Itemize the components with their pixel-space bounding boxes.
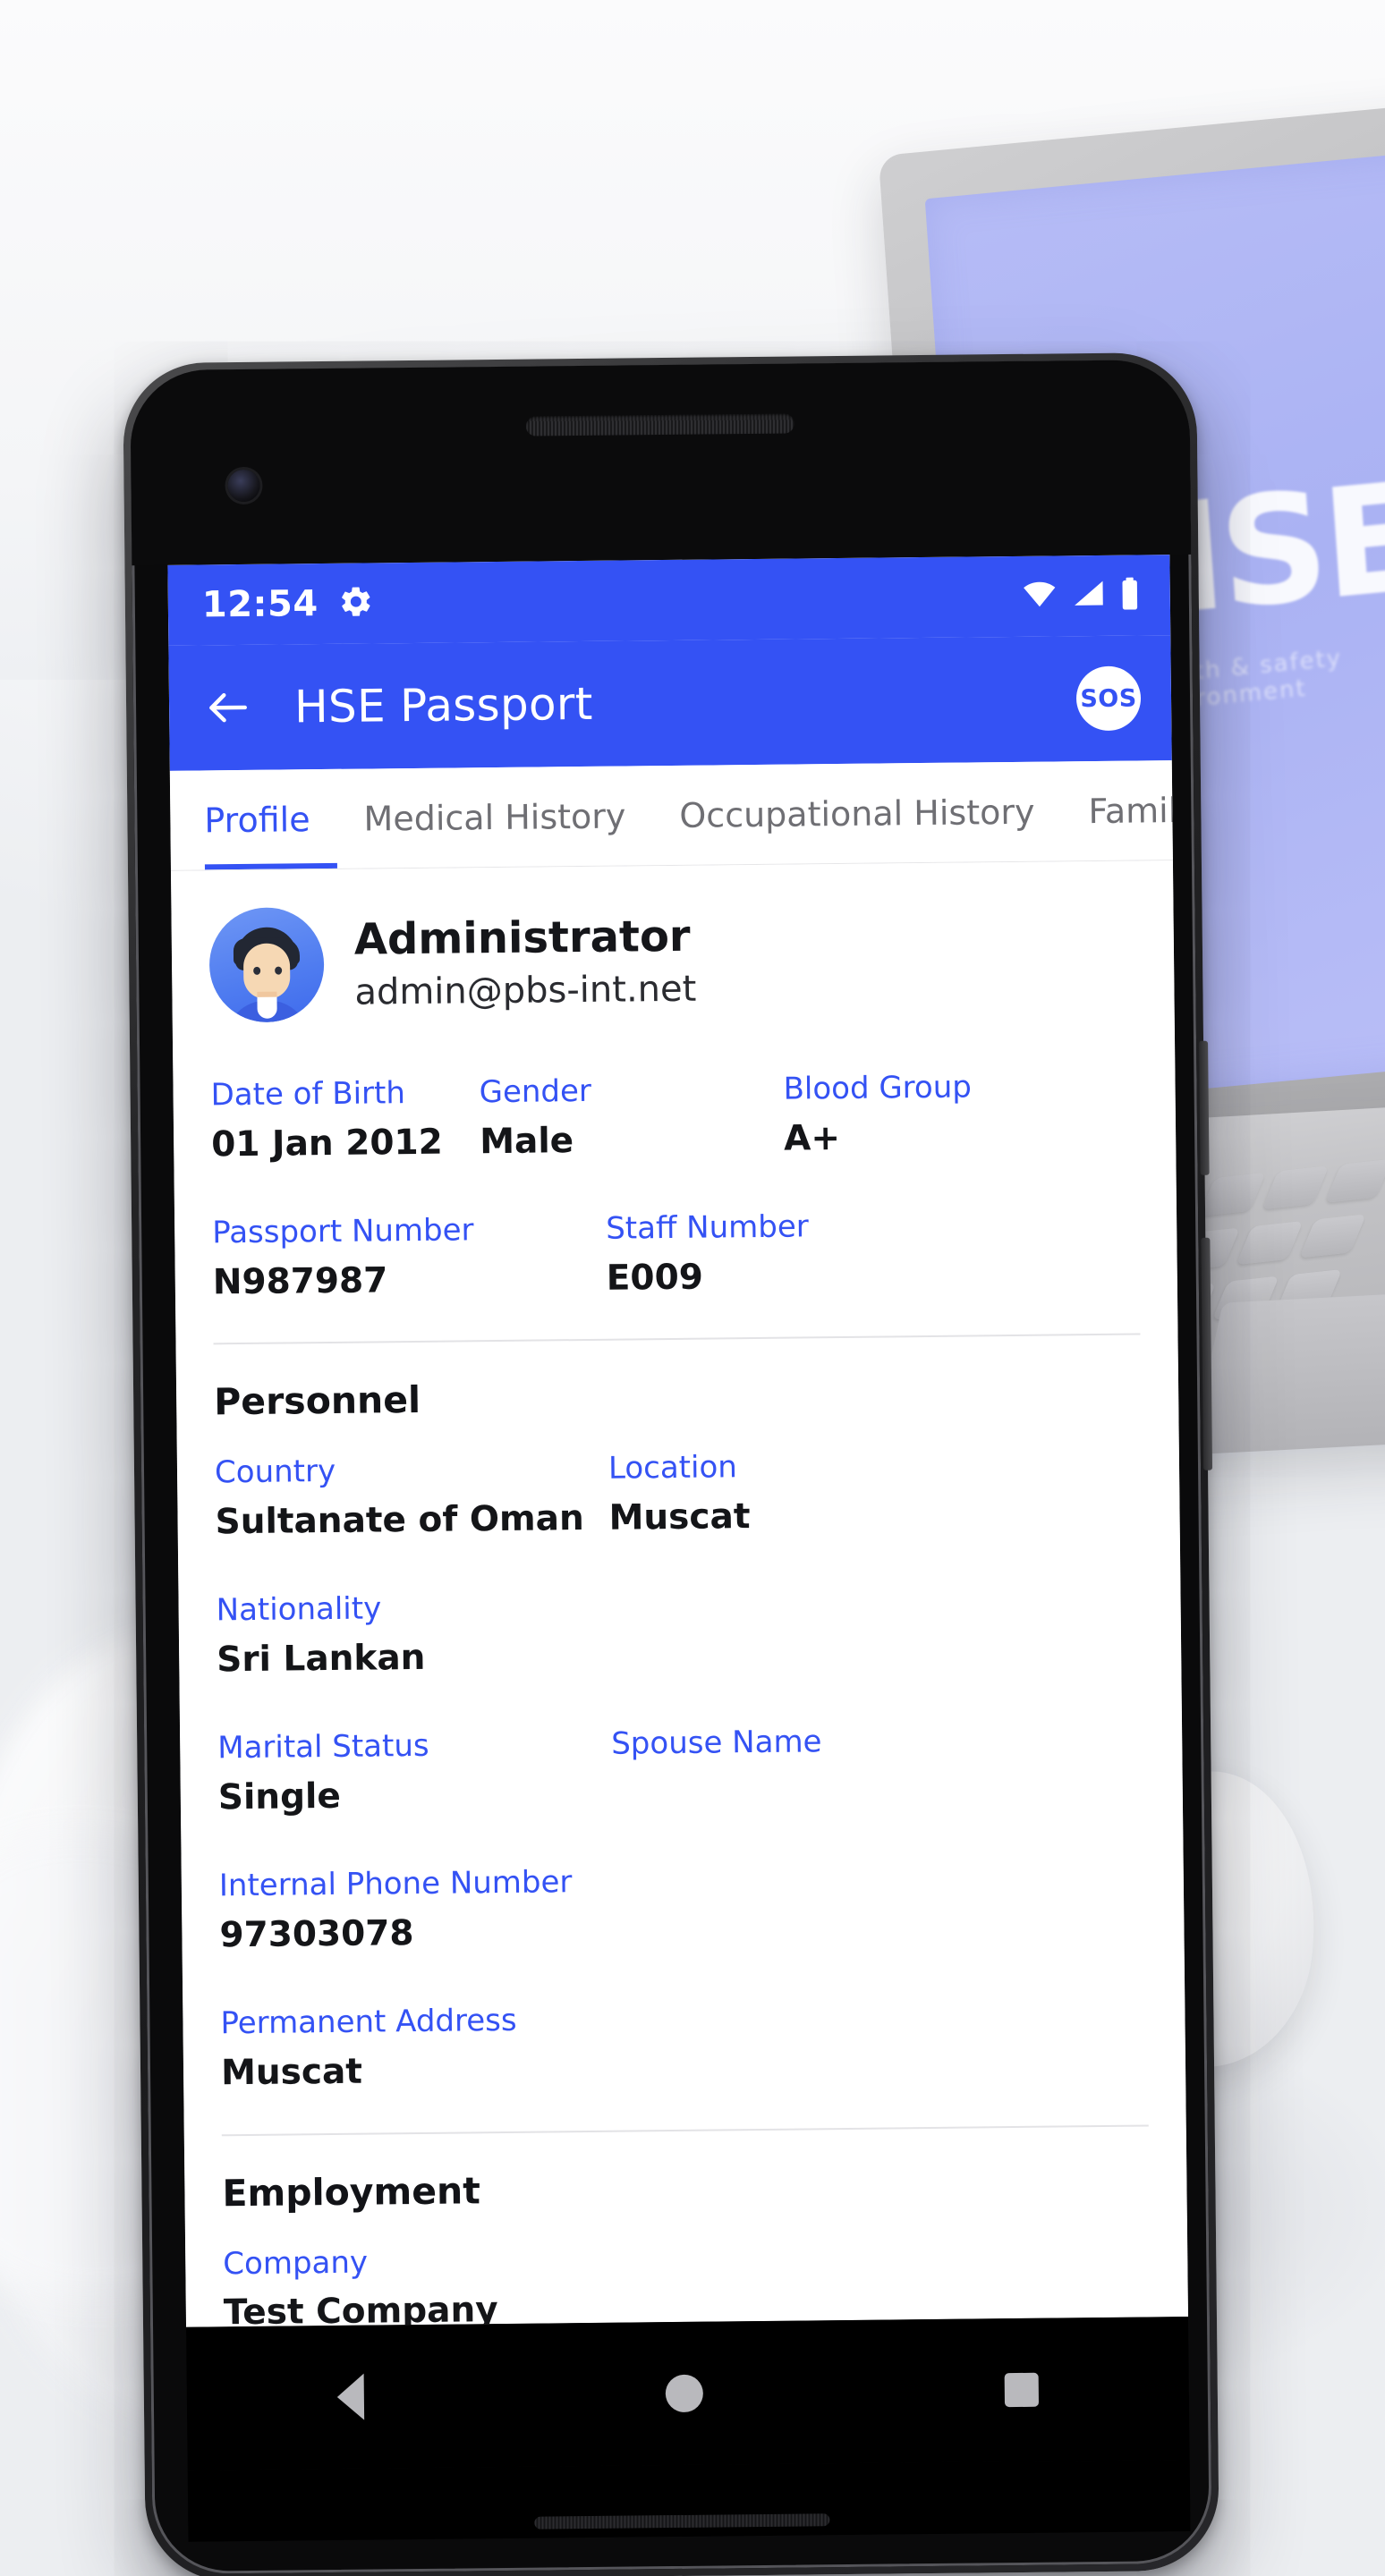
- field-label: Date of Birth: [210, 1075, 406, 1114]
- field-row: Internal Phone Number 97303078: [182, 1857, 1185, 1957]
- back-arrow-icon[interactable]: [203, 682, 254, 733]
- field-nationality: Nationality Sri Lankan: [216, 1588, 610, 1682]
- field-value: A+: [783, 1117, 841, 1159]
- field-internal-phone-number: Internal Phone Number 97303078: [219, 1861, 793, 1957]
- phone-frame: 12:54 HSE Passport SOS Profile Medical H…: [123, 352, 1219, 2576]
- field-staff-number: Staff Number E009: [606, 1207, 911, 1300]
- field-label: Marital Status: [217, 1728, 429, 1767]
- battery-icon: [1120, 577, 1140, 613]
- field-value: Male: [479, 1120, 574, 1162]
- home-circle-icon[interactable]: [665, 2374, 704, 2413]
- field-row: Permanent Address Muscat: [183, 1995, 1185, 2095]
- page-title: HSE Passport: [293, 677, 593, 733]
- field-label: Gender: [479, 1072, 592, 1111]
- tab-profile[interactable]: Profile: [204, 769, 337, 870]
- field-label: Spouse Name: [611, 1724, 822, 1763]
- laptop-trackpad: [1190, 1291, 1385, 1455]
- field-spouse-name: Spouse Name: [611, 1722, 916, 1815]
- status-bar-clock: 12:54: [201, 583, 319, 626]
- android-navigation-bar[interactable]: [186, 2316, 1190, 2470]
- tab-family[interactable]: Family: [1061, 760, 1173, 860]
- status-bar: 12:54: [167, 555, 1171, 646]
- tab-bar[interactable]: Profile Medical History Occupational His…: [169, 760, 1173, 871]
- field-label: Internal Phone Number: [218, 1864, 573, 1904]
- power-button[interactable]: [1199, 1040, 1210, 1175]
- field-label: Country: [214, 1453, 336, 1491]
- recents-square-icon[interactable]: [1004, 2372, 1039, 2408]
- field-value: [612, 1769, 916, 1773]
- field-row: Company Test Company: [185, 2235, 1188, 2327]
- phone-bottom-chin: [187, 2459, 1191, 2542]
- status-bar-right: [1022, 577, 1140, 614]
- field-date-of-birth: Date of Birth 01 Jan 2012: [210, 1073, 480, 1165]
- field-value: Sultanate of Oman: [215, 1497, 584, 1542]
- profile-identity: Administrator admin@pbs-int.net: [354, 911, 697, 1013]
- profile-email: admin@pbs-int.net: [354, 968, 697, 1013]
- status-bar-left: 12:54: [202, 582, 374, 625]
- back-triangle-icon[interactable]: [336, 2373, 365, 2420]
- profile-header: Administrator admin@pbs-int.net: [171, 860, 1175, 1046]
- field-location: Location Muscat: [608, 1446, 913, 1539]
- tab-medical-history[interactable]: Medical History: [336, 766, 653, 869]
- phone-top-bezel: [130, 359, 1192, 566]
- field-marital-status: Marital Status Single: [217, 1725, 612, 1819]
- field-value: Muscat: [220, 2051, 363, 2094]
- field-blood-group: Blood Group A+: [783, 1068, 1052, 1160]
- field-label: Location: [608, 1449, 738, 1487]
- field-gender: Gender Male: [479, 1071, 784, 1164]
- field-row: Passport Number N987987 Staff Number E00…: [174, 1204, 1177, 1304]
- profile-content: Administrator admin@pbs-int.net Date of …: [170, 860, 1188, 2327]
- field-passport-number: Passport Number N987987: [212, 1210, 607, 1304]
- tab-occupational-history[interactable]: Occupational History: [652, 761, 1062, 865]
- field-row: Marital Status Single Spouse Name: [180, 1719, 1183, 1819]
- field-label: Staff Number: [605, 1208, 809, 1247]
- field-row: Date of Birth 01 Jan 2012 Gender Male Bl…: [173, 1066, 1176, 1166]
- phone-device: 12:54 HSE Passport SOS Profile Medical H…: [123, 352, 1219, 2576]
- field-label: Passport Number: [212, 1212, 474, 1251]
- avatar: [208, 907, 325, 1023]
- field-row: Country Sultanate of Oman Location Musca…: [177, 1444, 1180, 1544]
- profile-name: Administrator: [353, 911, 691, 965]
- field-row: Nationality Sri Lankan: [178, 1581, 1181, 1682]
- section-title-personnel: Personnel: [213, 1378, 421, 1424]
- field-value: E009: [606, 1257, 704, 1299]
- field-permanent-address: Permanent Address Muscat: [220, 1999, 794, 2095]
- earpiece-speaker: [525, 413, 794, 436]
- field-value: Single: [217, 1775, 342, 1818]
- phone-screen: 12:54 HSE Passport SOS Profile Medical H…: [167, 555, 1188, 2327]
- app-bar: HSE Passport SOS: [168, 635, 1172, 771]
- sos-button[interactable]: SOS: [1075, 665, 1142, 732]
- field-label: Nationality: [216, 1590, 382, 1629]
- field-value: 97303078: [219, 1912, 414, 1956]
- field-label: Permanent Address: [220, 2003, 517, 2042]
- field-value: 01 Jan 2012: [210, 1122, 443, 1165]
- section-title-employment: Employment: [222, 2168, 481, 2215]
- field-label: Blood Group: [783, 1069, 973, 1107]
- phone-inner-body: 12:54 HSE Passport SOS Profile Medical H…: [130, 359, 1212, 2575]
- gear-icon: [337, 583, 373, 623]
- field-label: Company: [223, 2244, 369, 2282]
- cellular-signal-icon: [1072, 580, 1106, 612]
- field-country: Country Sultanate of Oman: [215, 1450, 609, 1544]
- front-camera-icon: [227, 469, 260, 503]
- field-company: Company Test Company: [223, 2239, 796, 2327]
- field-value: Sri Lankan: [216, 1637, 426, 1681]
- wifi-icon: [1022, 580, 1058, 612]
- field-value: Muscat: [608, 1496, 751, 1538]
- field-value: N987987: [212, 1259, 388, 1302]
